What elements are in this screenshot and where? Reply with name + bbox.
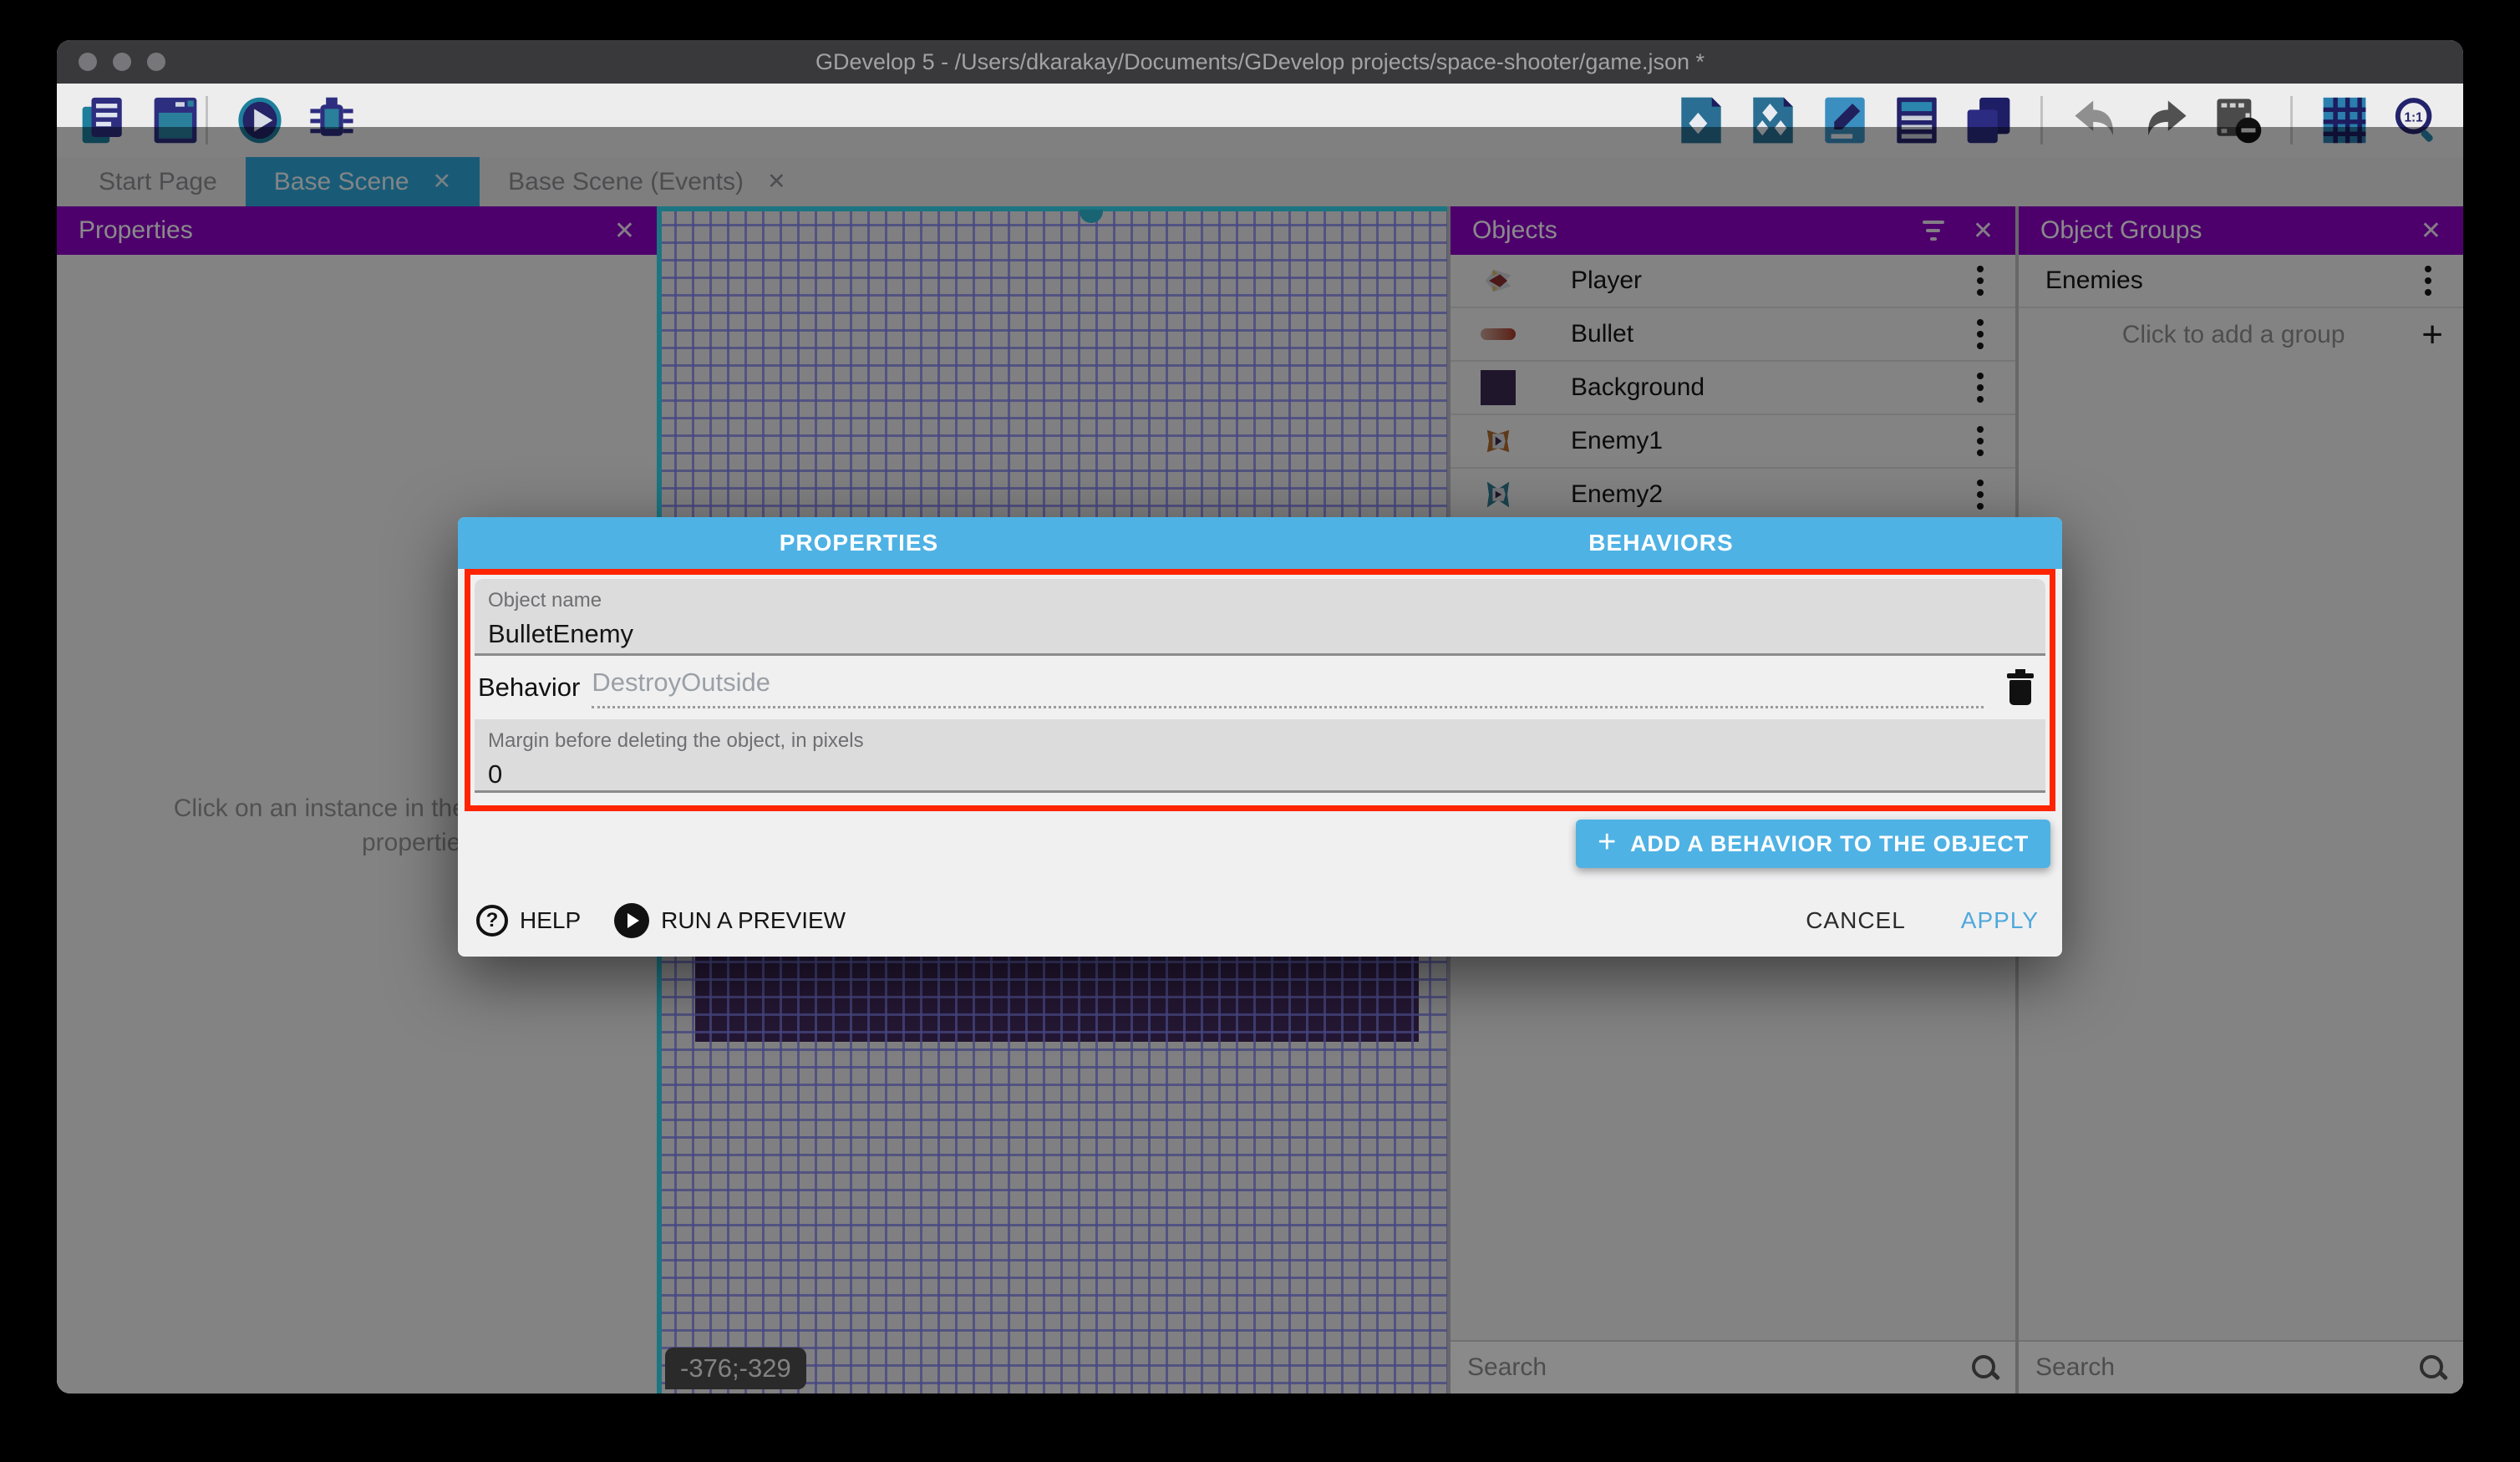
behavior-row: Behavior [475, 656, 2045, 719]
run-preview-button[interactable]: RUN A PREVIEW [614, 903, 846, 938]
close-window-icon[interactable] [79, 53, 97, 71]
window-title: GDevelop 5 - /Users/dkarakay/Documents/G… [815, 49, 1705, 75]
add-behavior-button-label: ADD A BEHAVIOR TO THE OBJECT [1630, 831, 2029, 857]
cancel-button[interactable]: CANCEL [1806, 907, 1906, 934]
annotation-highlight-rectangle: Object name Behavior Margin before delet… [465, 569, 2055, 811]
help-label: HELP [520, 907, 581, 934]
dialog-tab-behaviors[interactable]: BEHAVIORS [1260, 517, 2062, 569]
object-name-field-label: Object name [488, 589, 2032, 612]
add-behavior-button[interactable]: + ADD A BEHAVIOR TO THE OBJECT [1576, 820, 2050, 868]
titlebar: GDevelop 5 - /Users/dkarakay/Documents/G… [57, 40, 2463, 84]
minimize-window-icon[interactable] [113, 53, 131, 71]
desktop: GDevelop 5 - /Users/dkarakay/Documents/G… [0, 0, 2520, 1462]
maximize-window-icon[interactable] [147, 53, 165, 71]
object-name-input[interactable] [488, 619, 2032, 649]
dialog-tab-properties[interactable]: PROPERTIES [458, 517, 1260, 569]
run-preview-label: RUN A PREVIEW [661, 907, 846, 934]
behavior-name-input[interactable] [592, 668, 1984, 698]
object-name-field[interactable]: Object name [475, 579, 2045, 656]
margin-input[interactable] [488, 759, 2032, 789]
delete-behavior-icon[interactable] [2007, 669, 2034, 706]
help-icon: ? [476, 905, 508, 937]
behavior-name-field[interactable] [592, 668, 1984, 708]
margin-field[interactable]: Margin before deleting the object, in pi… [475, 719, 2045, 793]
plus-icon: + [1598, 825, 1617, 860]
margin-field-label: Margin before deleting the object, in pi… [488, 729, 2032, 753]
play-icon [614, 903, 649, 938]
macos-window-controls [79, 53, 165, 71]
object-editor-dialog: PROPERTIES BEHAVIORS Object name Behavio… [458, 517, 2062, 957]
behavior-row-label: Behavior [478, 673, 580, 703]
dialog-actions: ? HELP RUN A PREVIEW CANCEL APPLY [476, 896, 2039, 945]
help-button[interactable]: ? HELP [476, 905, 581, 937]
dialog-tabbar: PROPERTIES BEHAVIORS [458, 517, 2062, 569]
svg-text:1:1: 1:1 [2404, 111, 2423, 125]
apply-button[interactable]: APPLY [1961, 907, 2039, 934]
